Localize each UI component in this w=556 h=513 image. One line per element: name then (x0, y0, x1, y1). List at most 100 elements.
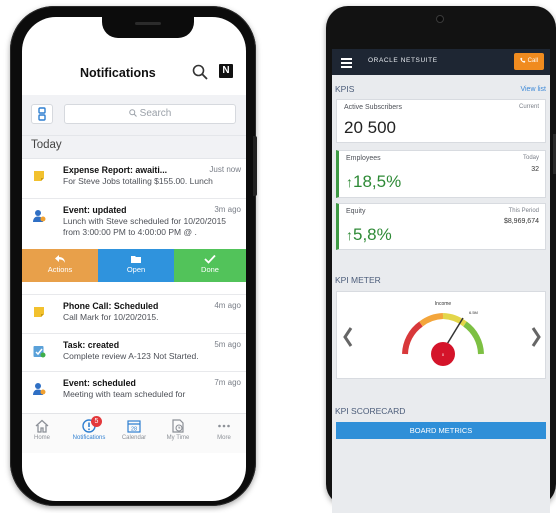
app-header: ORACLE NETSUITE Call (332, 49, 550, 75)
kpi-meter-gauge: 0 Income 6.5M (343, 301, 541, 366)
filter-icon (38, 107, 46, 121)
notification-time: 4m ago (214, 301, 241, 310)
chevron-right-icon[interactable] (531, 327, 541, 347)
search-row: Search (22, 95, 246, 135)
notification-title: Event: updated (63, 205, 127, 215)
note-icon (34, 307, 44, 317)
gauge-red-arc (402, 321, 423, 355)
call-button[interactable]: Call (514, 53, 544, 70)
tab-notifications[interactable]: 5 Notifications (68, 416, 110, 452)
tab-calendar[interactable]: 28 Calendar (114, 416, 154, 452)
android-app-screen: ORACLE NETSUITE Call KPIS View list Acti… (332, 49, 550, 513)
notification-badge: 5 (91, 416, 102, 427)
iphone-side-button (253, 136, 257, 196)
up-arrow-icon: ↑ (346, 174, 353, 190)
tab-label: Notifications (72, 435, 106, 441)
search-input[interactable]: Search (64, 104, 236, 124)
kpi-value: 18,5% (353, 172, 402, 191)
open-button[interactable]: Open (98, 249, 174, 282)
check-icon (204, 254, 216, 264)
done-label: Done (201, 265, 219, 274)
board-metrics-button[interactable]: BOARD METRICS (336, 422, 546, 439)
search-field-icon (128, 109, 137, 117)
section-title: Today (31, 139, 62, 151)
kpi-value: 20 500 (344, 118, 396, 137)
tab-more[interactable]: More (204, 416, 244, 452)
actions-button[interactable]: Actions (22, 249, 98, 282)
kpi-secondary-value: 32 (531, 166, 539, 173)
kpi-period: Today (522, 155, 539, 161)
tab-my-time[interactable]: My Time (158, 416, 198, 452)
more-icon (218, 424, 230, 428)
person-icon (33, 210, 46, 222)
iphone-notch (102, 17, 194, 38)
notification-title: Event: scheduled (63, 378, 136, 388)
chevron-left-icon[interactable] (343, 327, 353, 347)
search-icon[interactable] (192, 64, 208, 80)
tab-label: My Time (166, 435, 190, 441)
notification-body: For Steve Jobs totalling $155.00. Lunch (63, 176, 213, 186)
notifications-header: Notifications N (22, 57, 246, 97)
open-label: Open (126, 265, 146, 274)
kpi-card-equity[interactable]: Equity This Period $8,969,674 ↑5,8% (336, 203, 546, 250)
section-header-today: Today (22, 135, 246, 159)
reply-icon (55, 255, 65, 263)
notification-item[interactable]: Phone Call: Scheduled 4m ago Call Mark f… (22, 294, 246, 334)
kpi-meter-section-title: KPI METER (335, 275, 381, 285)
done-button[interactable]: Done (174, 249, 246, 282)
kpi-label: Equity (346, 208, 366, 215)
phone-icon (520, 57, 526, 63)
netsuite-logo: N (219, 64, 233, 78)
gauge-label: Income (435, 301, 452, 307)
notification-body: Lunch with Steve scheduled for 10/20/201… (63, 216, 227, 237)
notification-item[interactable]: Event: updated 3m ago Lunch with Steve s… (22, 199, 246, 249)
menu-icon[interactable] (341, 58, 352, 68)
notification-item[interactable]: Task: created 5m ago Complete review A-1… (22, 334, 246, 372)
swipe-actions: Actions Open Done (22, 249, 246, 282)
kpi-card-employees[interactable]: Employees Today 32 ↑18,5% (336, 150, 546, 198)
notification-time: Just now (209, 165, 241, 174)
tab-label: Calendar (121, 435, 147, 441)
notification-body: Complete review A-123 Not Started. (63, 351, 199, 361)
kpi-value: 5,8% (353, 225, 392, 244)
notification-body: Meeting with team scheduled for (63, 389, 186, 399)
tab-label: Home (33, 435, 50, 441)
notification-body: Call Mark for 10/20/2015. (63, 312, 159, 322)
notification-item[interactable]: Expense Report: awaiti... Just now For S… (22, 159, 246, 199)
tab-bar: Home 5 Notifications 28 Calendar My Time… (22, 413, 246, 453)
filter-button[interactable] (31, 104, 53, 124)
view-list-link[interactable]: View list (520, 86, 546, 93)
kpi-secondary-value: $8,969,674 (503, 218, 539, 225)
timesheet-icon (172, 419, 184, 433)
front-camera (436, 15, 444, 23)
kpi-card-active-subscribers[interactable]: Active Subscribers Current 20 500 (336, 99, 546, 143)
notification-time: 5m ago (214, 340, 241, 349)
notification-title: Task: created (63, 340, 120, 350)
task-icon (33, 346, 46, 358)
kpi-meter-card: 0 Income 6.5M (336, 291, 546, 379)
person-icon (33, 383, 46, 395)
kpi-scorecard-section-title: KPI SCORECARD (335, 406, 406, 416)
oracle-netsuite-logo: ORACLE NETSUITE (368, 57, 438, 64)
notification-time: 7m ago (214, 378, 241, 387)
kpi-label: Active Subscribers (344, 104, 402, 111)
gauge-green-arc (463, 321, 484, 355)
notification-item[interactable]: Event: scheduled 7m ago Meeting with tea… (22, 372, 246, 413)
ios-app-screen: Notifications N Search Today Expense Rep… (22, 17, 246, 501)
call-label: Call (527, 58, 538, 64)
home-icon (35, 419, 49, 433)
calendar-day: 28 (131, 427, 137, 433)
tab-label: More (217, 435, 231, 441)
kpi-value-row: ↑18,5% (346, 172, 401, 192)
kpi-label: Employees (346, 155, 381, 162)
gauge-orange-arc (419, 313, 444, 327)
kpi-period: This Period (508, 208, 539, 214)
calendar-icon: 28 (127, 420, 141, 433)
actions-label: Actions (47, 265, 73, 274)
gauge-max-label: 6.5M (469, 310, 478, 315)
notification-time: 3m ago (214, 205, 241, 214)
notification-title: Expense Report: awaiti... (63, 165, 168, 175)
search-placeholder: Search (139, 108, 172, 119)
folder-icon (131, 256, 141, 263)
tab-home[interactable]: Home (22, 416, 62, 452)
